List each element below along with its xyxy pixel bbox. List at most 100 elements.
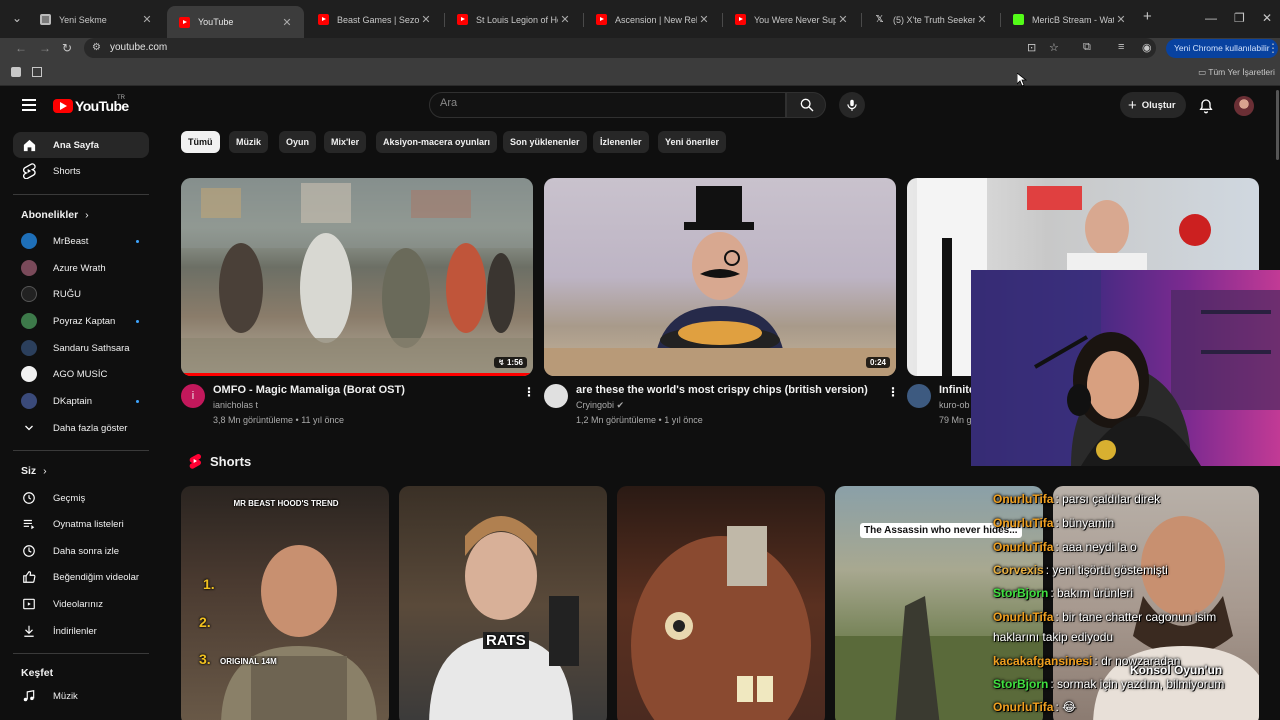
bookmark-app-icon[interactable] (11, 67, 21, 77)
chrome-menu-icon[interactable]: ⋮ (1267, 41, 1279, 55)
sidebar-item-history[interactable]: Geçmiş (13, 485, 149, 511)
reload-icon[interactable]: ↻ (62, 41, 72, 55)
sidebar-sub-dkaptain[interactable]: DKaptain (13, 388, 149, 414)
chip-watched[interactable]: İzlenenler (593, 131, 649, 153)
video-thumbnail[interactable]: 0:24 (544, 178, 896, 376)
close-tab-icon[interactable]: ✕ (697, 13, 711, 26)
chip-music[interactable]: Müzik (229, 131, 269, 153)
hamburger-menu-icon[interactable] (22, 99, 36, 111)
close-tab-icon[interactable]: ✕ (419, 13, 433, 26)
sidebar-item-your-videos[interactable]: Videolarınız (13, 591, 149, 617)
tab-x-post[interactable]: 𝕏 (5) X'te Truth Seeker: "An ✕ (862, 6, 999, 33)
close-tab-icon[interactable]: ✕ (280, 16, 294, 29)
search-button[interactable] (786, 92, 826, 118)
tab-new-tab[interactable]: Yeni Sekme ✕ (28, 6, 164, 33)
back-icon[interactable]: ← (15, 41, 27, 55)
new-chrome-available-button[interactable]: Yeni Chrome kullanılabilir (1166, 39, 1278, 58)
sidebar-item-shorts[interactable]: Shorts (13, 158, 149, 184)
search-input[interactable] (440, 97, 770, 109)
sidebar-item-playlists[interactable]: Oynatma listeleri (13, 511, 149, 537)
video-title[interactable]: are these the world's most crispy chips … (576, 384, 876, 396)
chat-text: : sormak için yazdım, bilmiyorum (1050, 677, 1225, 691)
chip-recently-uploaded[interactable]: Son yüklenenler (503, 131, 587, 153)
sidebar-item-watch-later[interactable]: Daha sonra izle (13, 538, 149, 564)
create-button[interactable]: + Oluştur (1120, 92, 1186, 118)
restore-icon[interactable]: ❐ (1234, 11, 1245, 25)
channel-avatar[interactable]: i (181, 384, 205, 408)
sidebar-item-label: Oynatma listeleri (53, 518, 124, 530)
account-avatar[interactable] (1234, 96, 1254, 116)
address-bar[interactable] (84, 38, 1156, 58)
search-box[interactable] (429, 92, 786, 118)
chat-text: Konsol Oyun'un (1130, 663, 1223, 677)
short-card[interactable]: MR BEAST HOOD'S TREND 1. 2. 3. ORIGINAL … (181, 486, 389, 720)
forward-icon[interactable]: → (39, 41, 51, 55)
close-tab-icon[interactable]: ✕ (836, 13, 850, 26)
short-card[interactable] (617, 486, 825, 720)
sidebar-item-label: Poyraz Kaptan (53, 315, 116, 327)
tab-youtube[interactable]: YouTube ✕ (167, 6, 304, 38)
page-scrollbar[interactable] (1276, 90, 1279, 160)
tab-title: Yeni Sekme (59, 14, 107, 25)
url-text[interactable]: youtube.com (110, 42, 167, 53)
profile-icon[interactable]: ◉ (1142, 41, 1152, 54)
channel-avatar[interactable] (544, 384, 568, 408)
chip-new-to-you[interactable]: Yeni öneriler (658, 131, 727, 153)
tab-beast-games[interactable]: Beast Games | Sezon 2 Bö ✕ (306, 6, 443, 33)
channel-name-row[interactable]: Cryingobi ✔ (576, 400, 624, 411)
notifications-bell-icon[interactable] (1198, 97, 1214, 115)
new-content-dot (136, 399, 139, 403)
sidebar-show-more[interactable]: Daha fazla göster (13, 415, 149, 441)
chip-mixes[interactable]: Mix'ler (324, 131, 367, 153)
sidebar-item-label: Ana Sayfa (53, 139, 99, 151)
you-header[interactable]: Siz › (21, 465, 47, 477)
short-card[interactable]: RATS (399, 486, 607, 720)
tab-title: St Louis Legion of Honor (476, 14, 558, 25)
tab-st-louis[interactable]: St Louis Legion of Honor ✕ (445, 6, 582, 33)
close-tab-icon[interactable]: ✕ (558, 13, 572, 26)
chat-text: : yeni tişörtü göstemişti (1045, 563, 1168, 577)
plus-icon: + (1128, 96, 1137, 114)
bookmark-star-icon[interactable]: ☆ (1049, 41, 1059, 54)
tab-search-icon[interactable]: ⌄ (12, 11, 22, 25)
sidebar-sub-ago-music[interactable]: AGO MUSİC (13, 361, 149, 387)
tab-kick-stream[interactable]: MericB Stream - Watch Li ✕ (1001, 6, 1138, 33)
sidebar-item-home[interactable]: Ana Sayfa (13, 132, 149, 158)
channel-name[interactable]: kuro-ob (939, 400, 972, 410)
duration-badge: 0:24 (865, 357, 890, 368)
all-bookmarks-link[interactable]: ▭ Tüm Yer İşaretleri (1198, 67, 1275, 78)
video-title[interactable]: OMFO - Magic Mamaliga (Borat OST) (213, 384, 513, 396)
apps-grid-icon[interactable] (32, 67, 42, 77)
chip-all[interactable]: Tümü (181, 131, 220, 153)
tab-you-were-never[interactable]: You Were Never Suppose ✕ (723, 6, 860, 33)
channel-name[interactable]: ianicholas t (213, 400, 258, 410)
install-app-icon[interactable]: ⊡ (1027, 41, 1036, 54)
voice-search-button[interactable] (839, 92, 865, 118)
more-actions-icon[interactable]: ⋮ (523, 385, 535, 399)
site-info-icon[interactable]: ⚙ (92, 42, 101, 53)
sidebar-item-music[interactable]: Müzik (13, 683, 149, 709)
minimize-icon[interactable]: — (1205, 11, 1217, 25)
sidebar-sub-azure-wrath[interactable]: Azure Wrath (13, 255, 149, 281)
sidebar-sub-rugu[interactable]: RUĞU (13, 281, 149, 307)
channel-avatar[interactable] (907, 384, 931, 408)
sidebar-sub-sandaru-sathsara[interactable]: Sandaru Sathsara (13, 335, 149, 361)
more-actions-icon[interactable]: ⋮ (887, 385, 899, 399)
sidebar-item-downloads[interactable]: İndirilenler (13, 618, 149, 644)
subscriptions-header[interactable]: Abonelikler › (21, 209, 89, 221)
close-tab-icon[interactable]: ✕ (975, 13, 989, 26)
sidebar-sub-poyraz-kaptan[interactable]: Poyraz Kaptan (13, 308, 149, 334)
tab-ascension[interactable]: Ascension | New Release ✕ (584, 6, 721, 33)
sidebar-item-liked-videos[interactable]: Beğendiğim videolar (13, 564, 149, 590)
close-tab-icon[interactable]: ✕ (1114, 13, 1128, 26)
new-tab-icon[interactable]: + (1143, 8, 1152, 25)
chip-gaming[interactable]: Oyun (279, 131, 317, 153)
chip-action-adventure[interactable]: Aksiyon-macera oyunları (376, 131, 498, 153)
close-window-icon[interactable]: ✕ (1262, 11, 1272, 25)
sidebar-sub-mrbeast[interactable]: MrBeast (13, 228, 149, 254)
video-thumbnail[interactable]: ↯ 1:56 (181, 178, 533, 376)
media-controls-icon[interactable]: ≡ (1118, 41, 1124, 53)
sidebar-item-label: Videolarınız (53, 598, 103, 610)
close-tab-icon[interactable]: ✕ (140, 13, 154, 26)
extensions-icon[interactable]: ⧉ (1083, 41, 1091, 54)
